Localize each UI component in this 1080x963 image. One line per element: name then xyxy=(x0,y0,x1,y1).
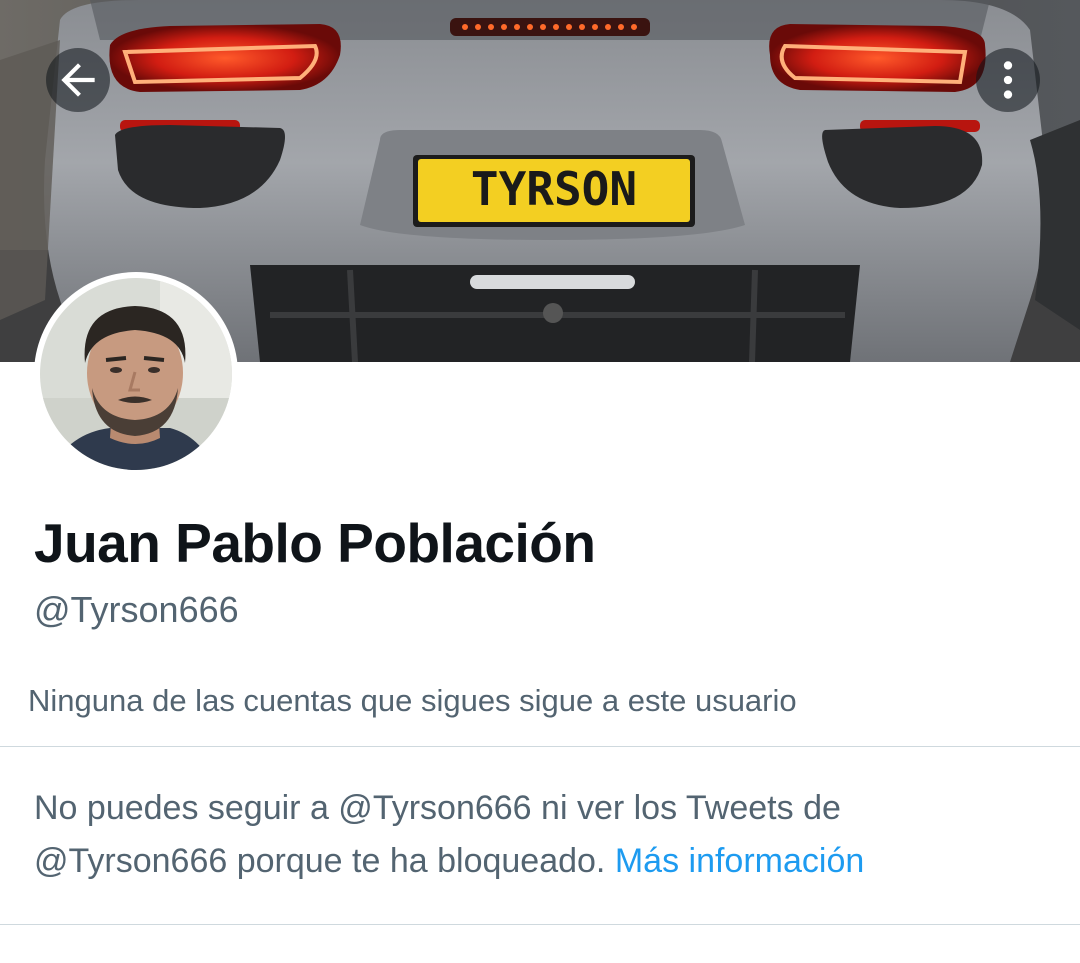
avatar[interactable] xyxy=(34,272,238,476)
more-options-button[interactable] xyxy=(976,48,1040,112)
display-name: Juan Pablo Población xyxy=(34,512,596,574)
username-handle: @Tyrson666 xyxy=(34,589,239,630)
learn-more-link[interactable]: Más información xyxy=(615,842,864,880)
back-button[interactable] xyxy=(46,48,110,112)
blocked-message-line2: @Tyrson666 porque te ha bloqueado. xyxy=(34,842,606,880)
vertical-ellipsis-icon xyxy=(1003,61,1013,99)
plate-text: TYRSON xyxy=(471,162,637,216)
arrow-left-icon xyxy=(61,63,95,97)
divider xyxy=(0,746,1080,747)
avatar-image xyxy=(40,278,232,470)
followers-you-know-note: Ninguna de las cuentas que sigues sigue … xyxy=(28,683,797,718)
blocked-message-line1: No puedes seguir a @Tyrson666 ni ver los… xyxy=(34,789,841,827)
blocked-message: No puedes seguir a @Tyrson666 ni ver los… xyxy=(34,782,1044,888)
divider xyxy=(0,924,1080,925)
